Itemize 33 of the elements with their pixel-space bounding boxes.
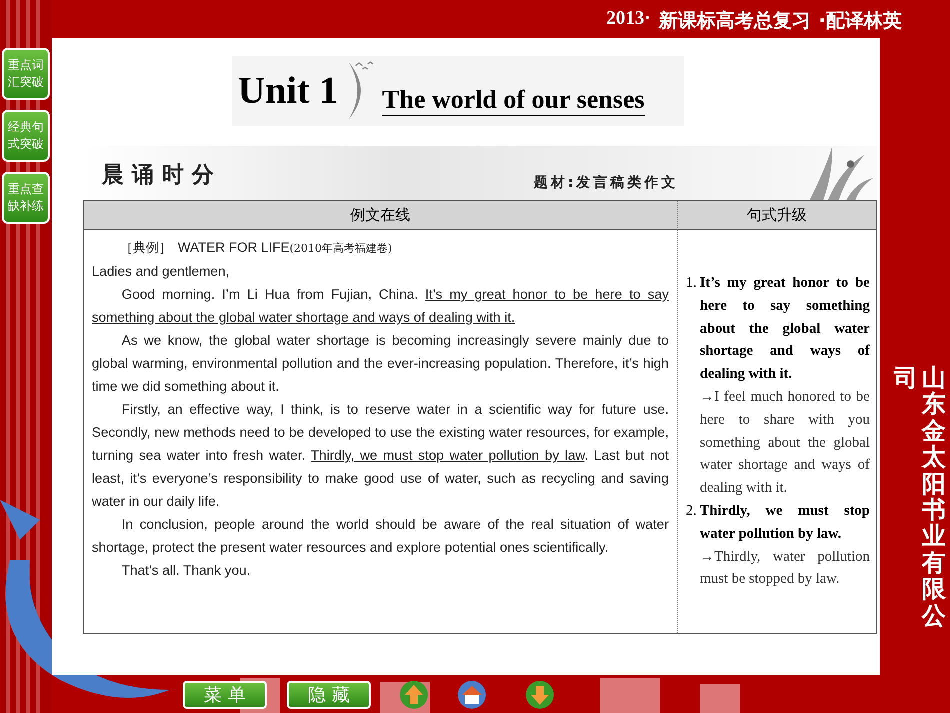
header-edition: ·配译林英	[818, 9, 902, 34]
rewrite-sentence: →Thirdly, water pollution must be stopped by law.	[700, 548, 870, 590]
unit-number: Unit 1	[238, 69, 338, 113]
column-header: 例文在线	[84, 201, 678, 230]
paragraph: Firstly, an effective way, I think, is to reserve water in a scientific way for future use. Secondly, new methods need to be developed to use the existing water resources, for example, turning sea water into fresh water. Thirdly, we must stop water pollution by law. Last but not least, it’s everyone’s responsibility to make good use of water, such as recycling and saving water in our daily life.	[92, 401, 669, 511]
unit-title: The world of our senses	[382, 84, 645, 116]
column-header: 句式升级	[678, 201, 876, 230]
banner-text: 山东金太阳书业有限公	[922, 365, 946, 629]
side-nav-button[interactable]: 经典句式突破	[2, 110, 50, 162]
side-nav-button[interactable]: 重点词汇突破	[2, 48, 50, 100]
rewrite-sentence: →I feel much honored to be here to share with you something about the global water shortage and ways of dealing with it.	[700, 388, 870, 498]
section-topic: 题材:发言稿类作文	[534, 174, 679, 192]
paragraph: That’s all. Thank you.	[120, 562, 252, 580]
item-number: 2.	[686, 502, 698, 521]
sentence: Thirdly, we must stop water pollution by law.	[700, 502, 870, 544]
example-source: (2010年高考福建卷)	[290, 241, 392, 257]
section-title: 晨诵时分	[102, 162, 222, 190]
paragraph: Ladies and gentlemen,	[92, 263, 231, 281]
nav-button[interactable]: 隐 藏	[287, 681, 371, 709]
sentence: It’s my great honor to be here to say something about the global water shortage and ways of dealing with it.	[700, 274, 870, 384]
header-year: 2013·	[606, 8, 651, 31]
example-title: WATER FOR LIFE	[178, 239, 290, 257]
crescent-moon-icon	[348, 61, 374, 121]
paragraph: As we know, the global water shortage is becoming increasingly severe mainly due to global warming, environmental pollution and the ever-increasing population. Therefore, it’s high time we did something about it.	[92, 332, 669, 396]
banner-text: 司	[894, 365, 918, 392]
side-nav-button[interactable]: 重点查缺补练	[2, 172, 50, 224]
example-tag: ［典例］	[120, 237, 172, 260]
home-icon[interactable]	[457, 680, 487, 710]
paragraph: In conclusion, people around the world should be aware of the real situation of water shortage, protect the present water resources and explore potential ones scientifically.	[92, 516, 669, 557]
paragraph: Good morning. I’m Li Hua from Fujian, China. It’s my great honor to be here to say something about the global water shortage and ways of dealing with it.	[92, 286, 669, 327]
item-number: 1.	[686, 274, 698, 293]
nav-button[interactable]: 菜 单	[183, 681, 267, 709]
header-title: 新课标高考总复习	[658, 9, 811, 34]
